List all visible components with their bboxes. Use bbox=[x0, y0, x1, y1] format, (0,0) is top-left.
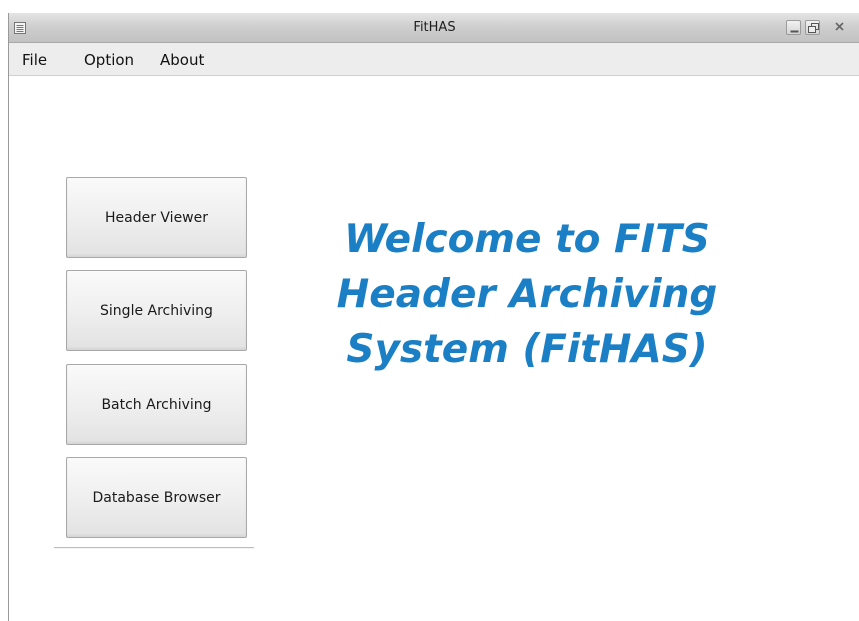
database-browser-button[interactable]: Database Browser bbox=[66, 457, 247, 538]
close-button[interactable] bbox=[824, 20, 858, 35]
header-viewer-button[interactable]: Header Viewer bbox=[66, 177, 247, 258]
app-window: FitHAS File Option About Header Viewer S… bbox=[8, 13, 859, 621]
sidebar-separator bbox=[54, 547, 254, 549]
maximize-button[interactable] bbox=[805, 20, 820, 35]
single-archiving-button[interactable]: Single Archiving bbox=[66, 270, 247, 351]
welcome-heading: Welcome to FITS Header Archiving System … bbox=[336, 217, 718, 372]
minimize-icon bbox=[790, 30, 799, 33]
menu-option[interactable]: Option bbox=[84, 51, 134, 69]
menu-bar: File Option About bbox=[9, 43, 859, 76]
title-bar[interactable]: FitHAS bbox=[9, 13, 859, 43]
menu-file[interactable]: File bbox=[22, 51, 47, 69]
maximize-icon bbox=[808, 23, 819, 33]
minimize-button[interactable] bbox=[786, 20, 801, 35]
menu-about[interactable]: About bbox=[160, 51, 204, 69]
window-title: FitHAS bbox=[413, 20, 456, 35]
batch-archiving-button[interactable]: Batch Archiving bbox=[66, 364, 247, 445]
close-icon bbox=[835, 22, 844, 31]
